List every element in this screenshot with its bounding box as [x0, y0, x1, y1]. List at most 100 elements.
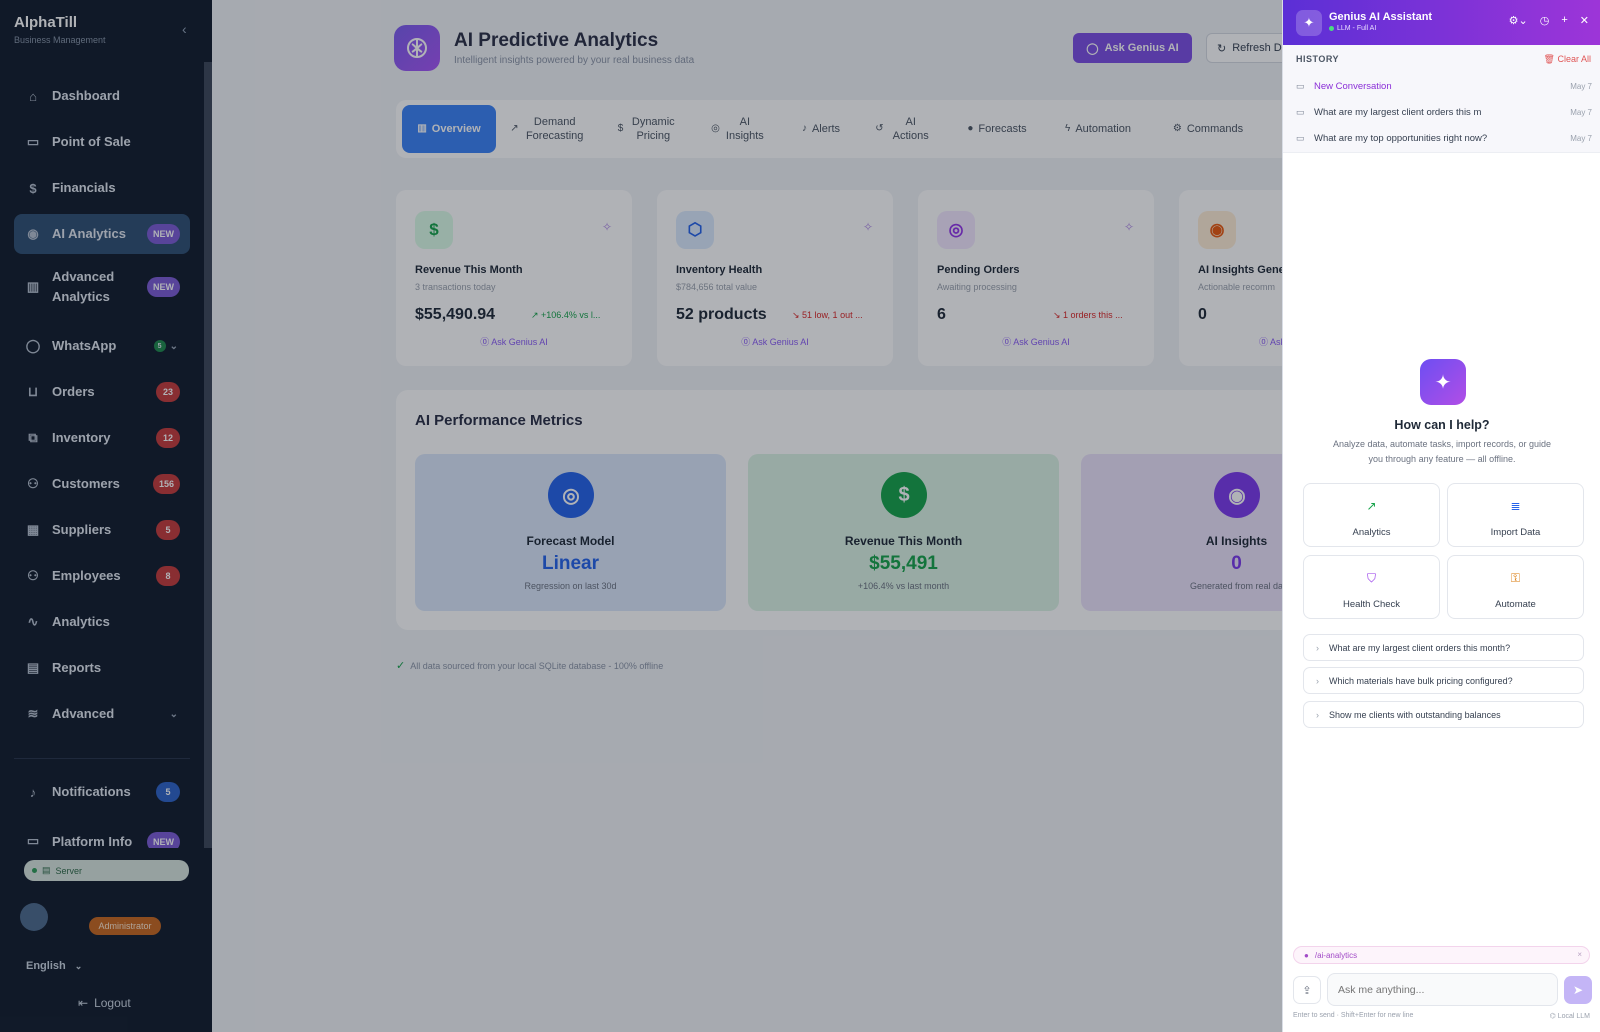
stat-card-revenue[interactable]: $ ✧ Revenue This Month 3 transactions to… [396, 190, 632, 366]
sidebar-item-ai-analytics[interactable]: ◉ AI Analytics NEW [14, 214, 190, 254]
sidebar-item-dashboard[interactable]: ⌂ Dashboard [14, 76, 190, 116]
history-item[interactable]: ▭ New Conversation May 7 [1296, 77, 1592, 95]
chat-input[interactable] [1327, 973, 1558, 1006]
tab-automation[interactable]: ϟ Automation [1050, 105, 1146, 153]
stat-card-ai-insights[interactable]: ◉ AI Insights Gene Actionable recomm 0 ⓪… [1179, 190, 1282, 366]
quick-action-label: Automate [1495, 599, 1536, 610]
tab-forecasts[interactable]: ● Forecasts [956, 105, 1038, 153]
ask-genius-link[interactable]: ⓪ Ask Genius AI [657, 335, 893, 348]
tab-ai-actions[interactable]: ↺ AI Actions [866, 105, 942, 153]
chevron-down-icon[interactable]: ⌄ [170, 709, 178, 720]
chevron-right-icon: › [1316, 642, 1319, 653]
tab-alerts[interactable]: ♪ Alerts [788, 105, 854, 153]
stat-card-pending-orders[interactable]: ◎ ✧ Pending Orders Awaiting processing 6… [918, 190, 1154, 366]
local-llm-label: Local LLM [1557, 1013, 1590, 1020]
chevron-down-icon[interactable]: ⌄ [170, 341, 178, 352]
role-badge: Administrator [89, 917, 161, 935]
sidebar-item-employees[interactable]: ⚇ Employees 8 [14, 556, 190, 596]
ask-genius-link[interactable]: ⓪ Ask Genius AI [396, 335, 632, 348]
suggestion-chip[interactable]: › What are my largest client orders this… [1303, 634, 1584, 661]
metric-ai-insights: ◉ AI Insights 0 Generated from real da [1081, 454, 1282, 611]
refresh-button[interactable]: ↻ Refresh D [1206, 33, 1282, 63]
history-item[interactable]: ▭ What are my largest client orders this… [1296, 103, 1592, 121]
sidebar-item-label: Employees [52, 568, 121, 583]
server-status[interactable]: ▤ Server [24, 860, 189, 881]
metric-label: AI Insights [1205, 534, 1268, 548]
metric-label: Forecast Model [526, 534, 615, 548]
history-item[interactable]: ▭ What are my top opportunities right no… [1296, 129, 1592, 147]
sidebar-item-customers[interactable]: ⚇ Customers 156 [14, 464, 190, 504]
chat-icon: ◯ [25, 338, 41, 353]
sidebar-item-orders[interactable]: ⊔ Orders 23 [14, 372, 190, 412]
ask-genius-ai-button[interactable]: ◯ Ask Genius AI [1073, 33, 1192, 63]
sidebar-scrollbar[interactable] [204, 62, 212, 848]
sidebar-item-analytics[interactable]: ∿ Analytics [14, 602, 190, 642]
sidebar-item-advanced-analytics[interactable]: ▥ Advanced Analytics NEW [14, 262, 190, 312]
ask-genius-link[interactable]: ⓪ Ask [1259, 335, 1282, 348]
new-badge: NEW [147, 277, 180, 297]
model-select-icon[interactable]: ⚙⌄ [1509, 14, 1528, 27]
card-value: $55,490.94 [415, 306, 496, 323]
suggestion-chip[interactable]: › Which materials have bulk pricing conf… [1303, 667, 1584, 694]
tab-ai-insights[interactable]: ◎ AI Insights [700, 105, 776, 153]
home-icon: ⌂ [29, 88, 37, 104]
command-icon: ⚙ [1172, 123, 1182, 134]
local-llm-indicator: ⌬ Local LLM [1550, 1012, 1590, 1020]
quick-action-automate[interactable]: ⚿ Automate [1447, 555, 1584, 619]
count-badge: 156 [152, 474, 180, 494]
upload-button[interactable]: ⇪ [1293, 976, 1321, 1004]
tab-commands[interactable]: ⚙ Commands [1160, 105, 1256, 153]
tab-label: Automation [1075, 123, 1131, 135]
layers-icon: ≋ [27, 706, 39, 721]
avatar[interactable] [20, 903, 48, 931]
upload-icon: ⇪ [1302, 984, 1312, 997]
count-badge: 23 [156, 382, 180, 402]
logout-icon: ⇤ [78, 996, 89, 1010]
sidebar-item-financials[interactable]: $ Financials [14, 168, 190, 208]
tab-label: AI Actions [892, 116, 929, 142]
ask-genius-link[interactable]: ⓪ Ask Genius AI [918, 335, 1154, 348]
sidebar-item-suppliers[interactable]: ▦ Suppliers 5 [14, 510, 190, 550]
sidebar-item-point-of-sale[interactable]: ▭ Point of Sale [14, 122, 190, 162]
sparkle-icon[interactable]: ✧ [1124, 220, 1134, 234]
history-title: HISTORY [1296, 54, 1340, 64]
sparkle-icon[interactable]: ✧ [863, 220, 873, 234]
sidebar-item-whatsapp[interactable]: ◯ WhatsApp 5 ⌄ [14, 326, 190, 366]
tab-overview[interactable]: ▥ Overview [402, 105, 496, 153]
quick-action-import-data[interactable]: ≣ Import Data [1447, 483, 1584, 547]
sidebar-item-platform-info[interactable]: ▭ Platform Info NEW [14, 818, 190, 848]
quick-action-label: Health Check [1342, 599, 1401, 610]
tab-demand-forecasting[interactable]: ↗ Demand Forecasting [504, 105, 592, 153]
chevron-right-icon: › [1316, 709, 1319, 720]
check-circle-icon: ✓ [396, 660, 406, 672]
send-button[interactable]: ➤ [1564, 976, 1592, 1004]
close-icon[interactable]: ✕ [1580, 14, 1589, 27]
clear-all-button[interactable]: 🗑 Clear All [1544, 54, 1591, 65]
online-dot [1329, 26, 1334, 31]
sparkle-icon[interactable]: ✧ [602, 220, 612, 234]
quick-action-health-check[interactable]: ⛉ Health Check [1303, 555, 1440, 619]
logout-button[interactable]: ⇤ Logout [78, 996, 131, 1010]
history-item-text: New Conversation [1314, 80, 1392, 92]
file-icon: ▤ [26, 660, 40, 675]
brain-icon: ◉ [1214, 472, 1260, 518]
users-icon: ⚇ [27, 568, 39, 583]
close-icon[interactable]: × [1577, 950, 1582, 959]
history-icon[interactable]: ◷ [1540, 14, 1550, 27]
tab-dynamic-pricing[interactable]: $ Dynamic Pricing [608, 105, 688, 153]
collapse-sidebar-button[interactable]: ‹ [182, 21, 187, 37]
stat-card-inventory-health[interactable]: ⬡ ✧ Inventory Health $784,656 total valu… [657, 190, 893, 366]
quick-action-analytics[interactable]: ↗ Analytics [1303, 483, 1440, 547]
chat-icon: ◯ [1086, 42, 1099, 55]
new-chat-icon[interactable]: + [1561, 14, 1567, 27]
language-select[interactable]: English ⌄ [26, 960, 82, 972]
sidebar-item-reports[interactable]: ▤ Reports [14, 648, 190, 688]
message-icon: ▭ [1296, 132, 1305, 143]
history-item-date: May 7 [1570, 133, 1592, 143]
sidebar-item-inventory[interactable]: ⧉ Inventory 12 [14, 418, 190, 458]
sparkles-icon: ✦ [1420, 359, 1466, 405]
metric-subtitle: +106.4% vs last month [857, 581, 950, 591]
suggestion-chip[interactable]: › Show me clients with outstanding balan… [1303, 701, 1584, 728]
sidebar-item-notifications[interactable]: ♪ Notifications 5 [14, 772, 190, 812]
sidebar-item-advanced[interactable]: ≋ Advanced ⌄ [14, 694, 190, 734]
